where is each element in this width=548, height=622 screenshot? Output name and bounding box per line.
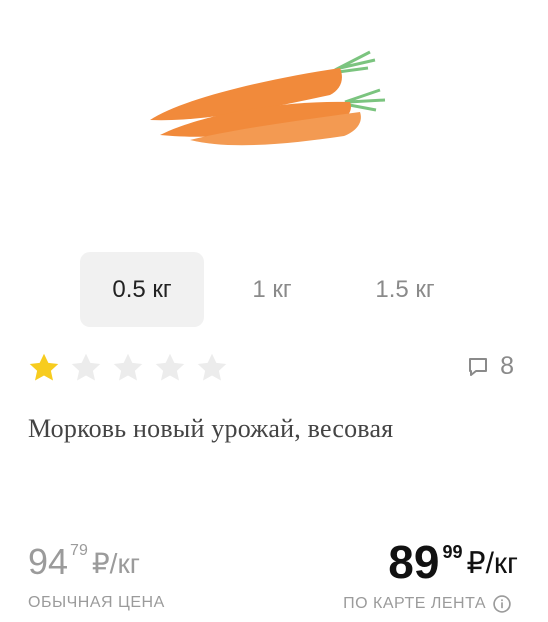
card-price-unit: ₽/кг	[466, 547, 519, 580]
card-price-dec: 99	[442, 542, 463, 562]
card-price-caption-row: ПО КАРТЕ ЛЕНТА	[343, 594, 512, 614]
regular-price: 94 79 ₽/кг	[28, 542, 140, 584]
weight-option-1-5kg[interactable]: 1.5 кг	[340, 252, 470, 327]
regular-price-dec: 79	[70, 542, 88, 559]
card-price-caption: ПО КАРТЕ ЛЕНТА	[343, 595, 486, 612]
card-price-int: 89	[388, 536, 440, 588]
star-icon	[113, 353, 143, 381]
card-price: 89 99 ₽/кг	[388, 538, 518, 586]
star-icon	[71, 353, 101, 381]
rating-stars[interactable]	[26, 350, 230, 386]
info-icon[interactable]	[492, 594, 512, 614]
reviews-count: 8	[500, 352, 514, 380]
product-image	[150, 50, 386, 146]
regular-price-int: 94	[28, 541, 69, 582]
star-icon	[155, 353, 185, 381]
weight-option-0-5kg[interactable]: 0.5 кг	[80, 252, 204, 327]
weight-option-1kg[interactable]: 1 кг	[204, 252, 340, 327]
reviews-link[interactable]: 8	[466, 352, 514, 381]
star-icon	[197, 353, 227, 381]
carrot-greens	[334, 50, 386, 112]
carrots	[150, 68, 361, 146]
product-title[interactable]: Морковь новый урожай, весовая	[28, 414, 393, 444]
regular-price-caption: ОБЫЧНАЯ ЦЕНА	[28, 594, 165, 611]
comment-icon	[469, 357, 488, 376]
regular-price-unit: ₽/кг	[91, 548, 140, 579]
product-card[interactable]: 0.5 кг 1 кг 1.5 кг 8 Морковь новый урожа…	[0, 0, 548, 622]
star-icon	[29, 353, 59, 381]
weight-selector: 0.5 кг 1 кг 1.5 кг	[80, 252, 470, 327]
